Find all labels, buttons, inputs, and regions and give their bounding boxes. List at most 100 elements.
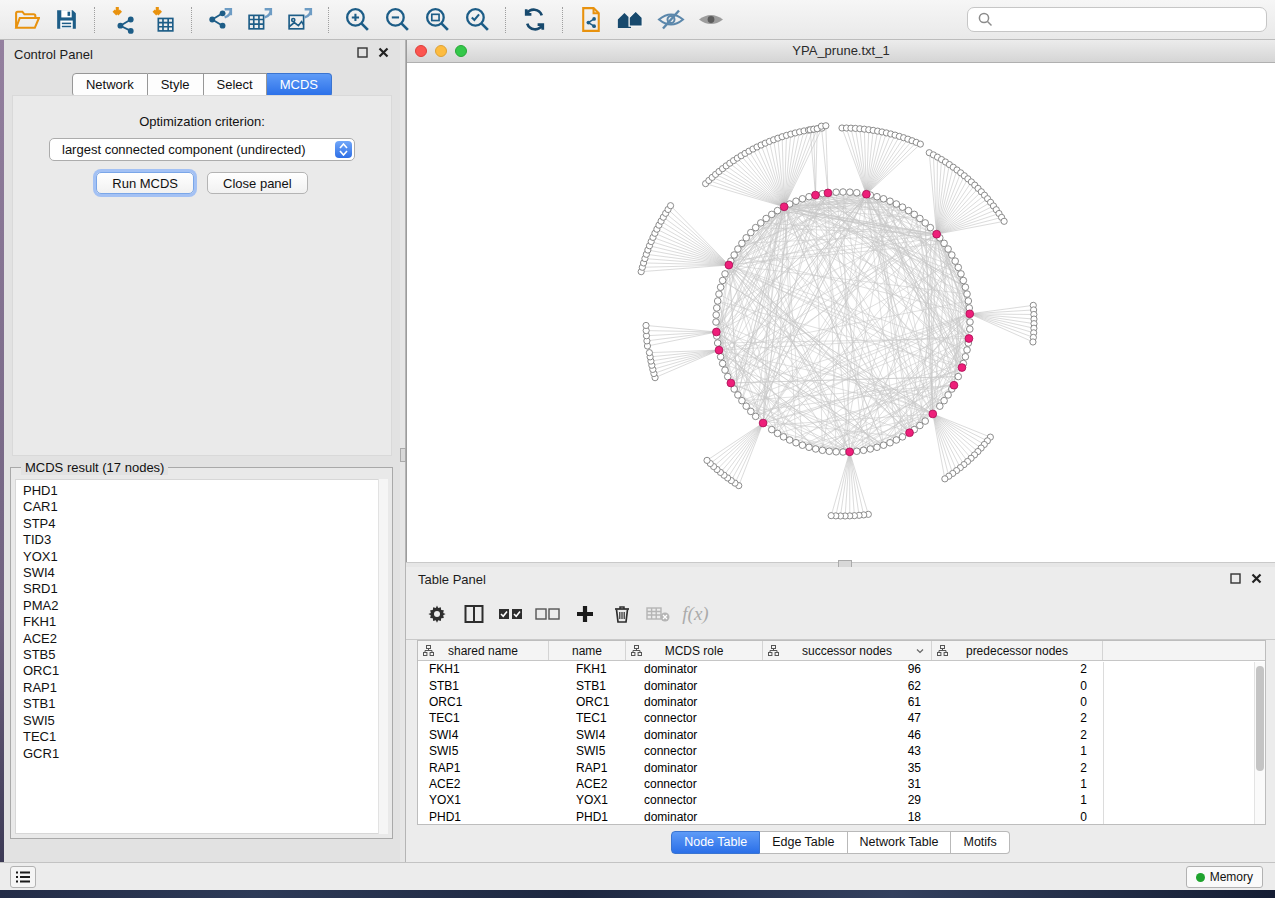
- cell-predecessor-nodes: 2: [932, 728, 1103, 742]
- close-panel-button[interactable]: Close panel: [207, 172, 308, 194]
- table-row[interactable]: RAP1RAP1dominator352: [418, 759, 1265, 775]
- mcds-result-item[interactable]: STP4: [23, 516, 387, 532]
- mcds-result-item[interactable]: RAP1: [23, 680, 387, 696]
- column-header-name[interactable]: name: [549, 641, 626, 660]
- column-header-successor-nodes[interactable]: successor nodes: [763, 641, 932, 660]
- table-row[interactable]: SWI4SWI4dominator462: [418, 727, 1265, 743]
- cell-successor-nodes: 31: [763, 777, 932, 791]
- open-file-icon[interactable]: [11, 5, 41, 35]
- optimization-criterion-label: Optimization criterion:: [13, 114, 391, 129]
- cell-name: FKH1: [549, 662, 626, 676]
- home-layout-icon[interactable]: [616, 5, 646, 35]
- table-row[interactable]: ORC1ORC1dominator610: [418, 694, 1265, 710]
- tab-style[interactable]: Style: [148, 73, 204, 97]
- optimization-criterion-dropdown[interactable]: largest connected component (undirected): [49, 138, 355, 161]
- mcds-result-item[interactable]: STB5: [23, 647, 387, 663]
- search-input[interactable]: [994, 10, 1266, 30]
- table-row[interactable]: TEC1TEC1connector472: [418, 710, 1265, 726]
- table-row[interactable]: FKH1FKH1dominator962: [418, 661, 1265, 677]
- table-tab-edge-table[interactable]: Edge Table: [760, 831, 847, 854]
- search-box[interactable]: [967, 7, 1267, 32]
- table-settings-icon[interactable]: [418, 599, 455, 629]
- minimize-window-icon[interactable]: [435, 45, 447, 57]
- zoom-out-icon[interactable]: [382, 5, 412, 35]
- column-layout-icon[interactable]: [455, 599, 492, 629]
- tab-select[interactable]: Select: [204, 73, 267, 97]
- cell-MCDS-role: dominator: [626, 761, 763, 775]
- mcds-result-list[interactable]: PHD1CAR1STP4TID3YOX1SWI4SRD1PMA2FKH1ACE2…: [15, 479, 388, 834]
- cell-name: RAP1: [549, 761, 626, 775]
- control-panel-tabs: NetworkStyleSelectMCDS: [4, 73, 400, 97]
- float-panel-icon[interactable]: [356, 46, 369, 59]
- import-table-icon[interactable]: [148, 5, 178, 35]
- network-view-window: YPA_prune.txt_1: [406, 40, 1275, 562]
- zoom-in-icon[interactable]: [342, 5, 372, 35]
- mcds-result-item[interactable]: TID3: [23, 532, 387, 548]
- table-row[interactable]: ACE2ACE2connector311: [418, 776, 1265, 792]
- mcds-result-item[interactable]: STB1: [23, 696, 387, 712]
- table-row[interactable]: STB1STB1dominator620: [418, 677, 1265, 693]
- cell-MCDS-role: connector: [626, 711, 763, 725]
- table-row[interactable]: PHD1PHD1dominator180: [418, 809, 1265, 825]
- mcds-result-item[interactable]: YOX1: [23, 549, 387, 565]
- task-history-button[interactable]: [10, 866, 36, 888]
- column-header-predecessor-nodes[interactable]: predecessor nodes: [932, 641, 1103, 660]
- cell-shared-name: FKH1: [418, 662, 549, 676]
- column-header-shared-name[interactable]: shared name: [418, 641, 549, 660]
- deselect-all-icon[interactable]: [529, 599, 566, 629]
- network-window-titlebar[interactable]: YPA_prune.txt_1: [407, 40, 1275, 63]
- cell-predecessor-nodes: 0: [932, 695, 1103, 709]
- add-column-icon[interactable]: [566, 599, 603, 629]
- cell-MCDS-role: dominator: [626, 695, 763, 709]
- export-image-icon[interactable]: [285, 5, 315, 35]
- select-all-icon[interactable]: [492, 599, 529, 629]
- cell-predecessor-nodes: 2: [932, 711, 1103, 725]
- mcds-result-item[interactable]: TEC1: [23, 729, 387, 745]
- zoom-selected-icon[interactable]: [462, 5, 492, 35]
- tab-mcds[interactable]: MCDS: [267, 73, 332, 97]
- mcds-result-item[interactable]: FKH1: [23, 614, 387, 630]
- delete-column-icon[interactable]: [603, 599, 640, 629]
- table-tab-network-table[interactable]: Network Table: [848, 831, 952, 854]
- show-all-icon[interactable]: [696, 5, 726, 35]
- export-table-icon[interactable]: [245, 5, 275, 35]
- mcds-result-item[interactable]: SWI5: [23, 713, 387, 729]
- import-network-icon[interactable]: [108, 5, 138, 35]
- table-tab-node-table[interactable]: Node Table: [671, 831, 760, 854]
- zoom-fit-icon[interactable]: [422, 5, 452, 35]
- table-panel: Table Panel f(x) shared namenameMCDS: [406, 567, 1275, 862]
- table-row[interactable]: YOX1YOX1connector291: [418, 792, 1265, 808]
- table-scrollbar[interactable]: [1254, 662, 1265, 824]
- mcds-list-scrollbar[interactable]: [378, 479, 388, 834]
- network-from-clipboard-icon[interactable]: [576, 5, 606, 35]
- refresh-layout-icon[interactable]: [519, 5, 549, 35]
- mcds-result-item[interactable]: PMA2: [23, 598, 387, 614]
- table-panel-title: Table Panel: [418, 572, 486, 587]
- network-graph-canvas[interactable]: [407, 63, 1275, 561]
- table-scrollbar-thumb[interactable]: [1256, 666, 1264, 771]
- close-window-icon[interactable]: [415, 45, 427, 57]
- mcds-result-item[interactable]: SRD1: [23, 581, 387, 597]
- memory-button[interactable]: Memory: [1186, 866, 1263, 888]
- mcds-result-item[interactable]: ORC1: [23, 663, 387, 679]
- desktop-wallpaper-bottom: [0, 890, 1275, 898]
- mcds-result-item[interactable]: ACE2: [23, 631, 387, 647]
- table-row[interactable]: SWI5SWI5connector431: [418, 743, 1265, 759]
- mcds-result-item[interactable]: CAR1: [23, 499, 387, 515]
- mcds-result-item[interactable]: SWI4: [23, 565, 387, 581]
- cell-name: SWI5: [549, 744, 626, 758]
- mcds-result-item[interactable]: GCR1: [23, 746, 387, 762]
- close-table-panel-icon[interactable]: [1250, 572, 1263, 585]
- tab-network[interactable]: Network: [72, 73, 148, 97]
- close-panel-icon[interactable]: [377, 46, 390, 59]
- maximize-window-icon[interactable]: [455, 45, 467, 57]
- export-network-icon[interactable]: [205, 5, 235, 35]
- hide-selected-icon[interactable]: [656, 5, 686, 35]
- save-session-icon[interactable]: [51, 5, 81, 35]
- float-table-panel-icon[interactable]: [1229, 572, 1242, 585]
- column-header-MCDS-role[interactable]: MCDS role: [626, 641, 763, 660]
- mcds-result-item[interactable]: PHD1: [23, 483, 387, 499]
- table-tab-motifs[interactable]: Motifs: [951, 831, 1009, 854]
- status-bar: Memory: [0, 862, 1275, 890]
- run-mcds-button[interactable]: Run MCDS: [96, 172, 194, 194]
